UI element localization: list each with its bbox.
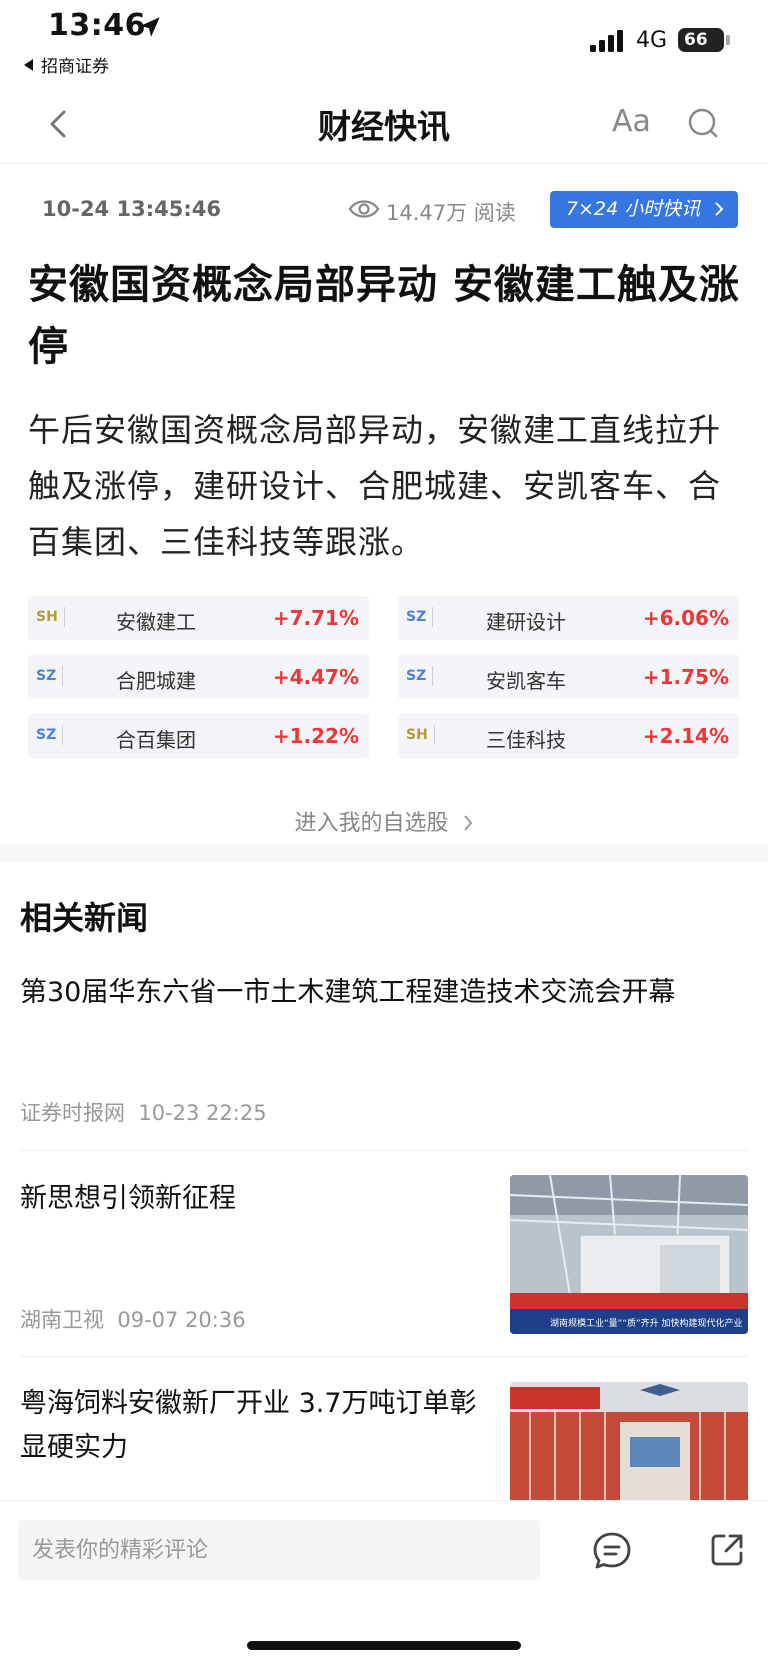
back-triangle-icon [24, 59, 33, 71]
news-thumbnail[interactable] [510, 1382, 748, 1500]
watchlist-link-label: 进入我的自选股 [294, 811, 449, 836]
news-separator [20, 1356, 748, 1357]
stock-name: 安凯客车 [486, 669, 566, 693]
stock-item[interactable]: SH 安徽建工 +7.71% [28, 596, 369, 640]
stock-name: 建研设计 [486, 610, 566, 634]
stock-change: +2.14% [642, 724, 729, 748]
article-summary: 午后安徽国资概念局部异动，安徽建工直线拉升触及涨停，建研设计、合肥城建、安凯客车… [28, 411, 722, 561]
market-badge: SZ [36, 666, 64, 686]
back-chevron-icon[interactable] [40, 104, 76, 144]
related-news-title: 相关新闻 [20, 899, 149, 937]
news-item-meta: 证券时报网 10-23 22:25 [20, 1097, 267, 1127]
news-item-title[interactable]: 第30届华东六省一市土木建筑工程建造技术交流会开幕 [20, 971, 748, 1015]
market-badge: SZ [406, 607, 434, 627]
stock-change: +6.06% [642, 606, 729, 630]
news-source: 证券时报网 [20, 1101, 125, 1125]
eye-icon [348, 200, 380, 218]
news-item-title[interactable]: 新思想引领新征程 [20, 1177, 480, 1221]
stock-item[interactable]: SZ 安凯客车 +1.75% [398, 655, 739, 699]
stock-change: +1.22% [272, 724, 359, 748]
section-divider [0, 844, 768, 862]
live-news-label: 7×24 小时快讯 [566, 198, 701, 220]
watchlist-link[interactable]: 进入我的自选股 [0, 805, 768, 837]
news-time: 09-07 20:36 [117, 1308, 246, 1332]
read-count: 14.47万 阅读 [386, 201, 516, 225]
stock-item[interactable]: SZ 合百集团 +1.22% [28, 714, 369, 758]
stock-name: 合肥城建 [116, 669, 196, 693]
comment-input[interactable] [18, 1520, 540, 1580]
stock-item[interactable]: SZ 合肥城建 +4.47% [28, 655, 369, 699]
stock-item[interactable]: SH 三佳科技 +2.14% [398, 714, 739, 758]
market-badge: SH [36, 607, 65, 627]
stock-item[interactable]: SZ 建研设计 +6.06% [398, 596, 739, 640]
factory-image: 湖南规模工业“量”“质”齐升 加快构建现代化产业 [510, 1175, 748, 1334]
share-icon[interactable] [708, 1531, 746, 1569]
back-to-app-link[interactable]: 招商证券 [24, 52, 109, 77]
building-image [510, 1382, 748, 1500]
stock-change: +7.71% [272, 606, 359, 630]
live-news-button[interactable]: 7×24 小时快讯 [550, 191, 738, 228]
signal-icon [590, 30, 623, 52]
news-item-meta: 湖南卫视 09-07 20:36 [20, 1304, 246, 1334]
stock-name: 三佳科技 [486, 728, 566, 752]
chevron-right-icon [715, 202, 724, 216]
network-type: 4G [636, 28, 668, 53]
font-size-button[interactable]: Aa [612, 104, 651, 139]
battery-tip [726, 35, 730, 45]
status-bar: 13:46 招商证券 4G 66 [0, 0, 768, 84]
home-indicator [247, 1641, 521, 1650]
market-badge: SZ [36, 725, 64, 745]
news-thumbnail[interactable]: 湖南规模工业“量”“质”齐升 加快构建现代化产业 [510, 1175, 748, 1334]
stock-change: +4.47% [272, 665, 359, 689]
news-time: 10-23 22:25 [138, 1101, 267, 1125]
chevron-right-icon [463, 815, 472, 831]
page-title: 财经快讯 [318, 107, 450, 146]
comment-icon[interactable] [592, 1531, 632, 1571]
bottom-bar [0, 1500, 768, 1663]
battery-indicator: 66 [678, 28, 724, 52]
status-time: 13:46 [48, 8, 146, 43]
news-separator [20, 1150, 748, 1151]
back-app-label: 招商证券 [41, 57, 109, 77]
market-badge: SZ [406, 666, 434, 686]
thumb-caption: 湖南规模工业“量”“质”齐升 加快构建现代化产业 [550, 1317, 743, 1329]
market-badge: SH [406, 725, 435, 745]
search-icon[interactable] [686, 106, 720, 140]
article-datetime: 10-24 13:45:46 [42, 197, 221, 221]
stock-name: 安徽建工 [116, 610, 196, 634]
news-source: 湖南卫视 [20, 1308, 104, 1332]
location-arrow-icon [140, 17, 160, 37]
stock-change: +1.75% [642, 665, 729, 689]
article-headline: 安徽国资概念局部异动 安徽建工触及涨停 [28, 262, 740, 370]
stock-name: 合百集团 [116, 728, 196, 752]
news-item-title[interactable]: 粤海饲料安徽新厂开业 3.7万吨订单彰显硬实力 [20, 1382, 490, 1470]
nav-bar: 财经快讯 Aa [0, 84, 768, 164]
